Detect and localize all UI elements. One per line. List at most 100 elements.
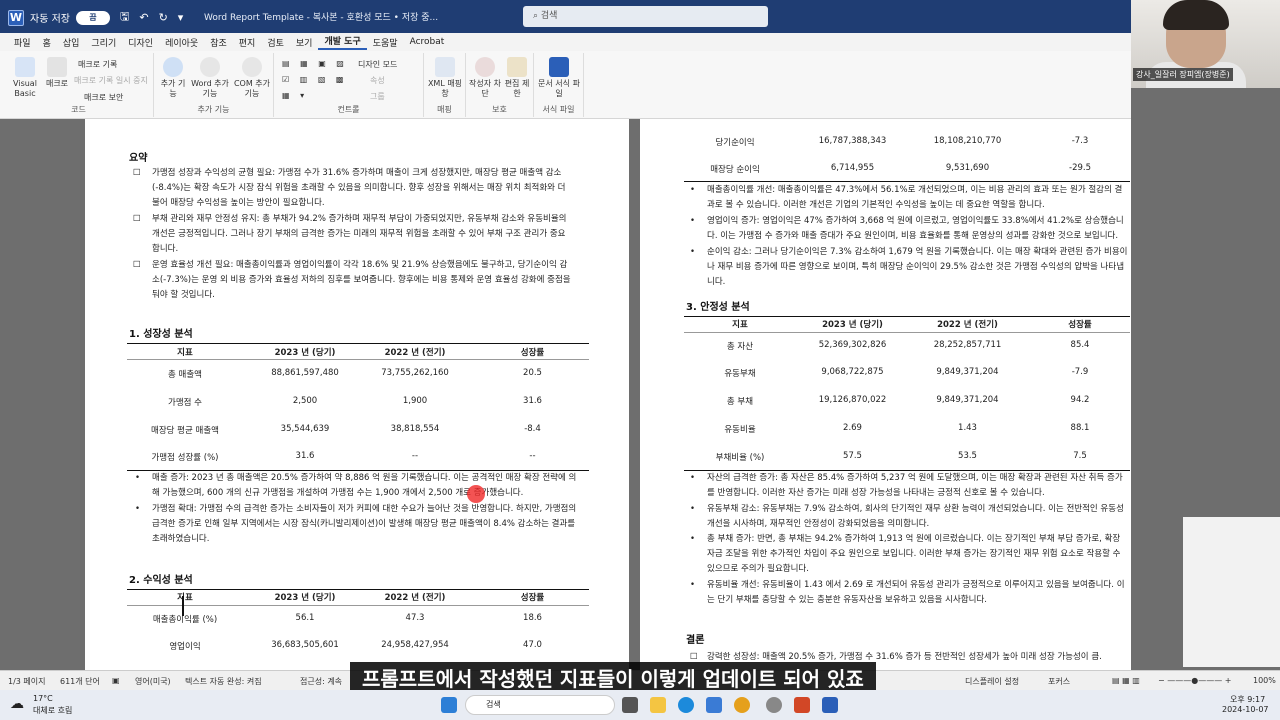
- table-rule: [127, 605, 589, 606]
- table-cell: 7.5: [1073, 451, 1087, 461]
- templates-group: 문서 서식 파일 서식 파일: [534, 53, 584, 117]
- zoom-level[interactable]: 100%: [1253, 676, 1276, 685]
- table-cell: 19,126,870,022: [818, 395, 887, 405]
- word-addins-button[interactable]: Word 추가 기능: [190, 57, 230, 99]
- profit-bullet-3: 순이익 감소: 그러나 당기순이익은 7.3% 감소하여 1,679 억 원을 …: [707, 247, 1128, 287]
- restrict-editing-button[interactable]: 편집 제한: [502, 57, 532, 99]
- taskbar-search[interactable]: 검색: [465, 695, 615, 715]
- protect-group-label: 보호: [492, 105, 507, 114]
- customize-icon[interactable]: ▾: [178, 11, 184, 24]
- lock-icon: [507, 57, 527, 77]
- macro-security-button[interactable]: 매크로 보안: [84, 92, 123, 103]
- person-hair: [1163, 0, 1229, 30]
- legacy-tools-button[interactable]: ▦ ▾: [282, 91, 308, 100]
- table-cell: 부채비율 (%): [715, 453, 765, 463]
- tab-developer[interactable]: 개발 도구: [318, 34, 367, 50]
- addins-group: 추가 기능 Word 추가 기능 COM 추가 기능 추가 기능: [154, 53, 274, 117]
- start-icon[interactable]: [441, 697, 457, 713]
- document-page-right[interactable]: 당기순이익 16,787,388,343 18,108,210,770 -7.3…: [640, 119, 1131, 670]
- table-cell: 9,849,371,204: [936, 395, 999, 405]
- table-cell: 52,369,302,826: [818, 340, 887, 350]
- visual-basic-icon: [15, 57, 35, 77]
- table-rule: [127, 343, 589, 344]
- column-header: 2023 년 (당기): [822, 320, 883, 330]
- pause-recording-button[interactable]: 매크로 기록 일시 중지: [74, 75, 148, 86]
- content-controls-row1[interactable]: ▤ ▦ ▣ ▨: [282, 59, 348, 68]
- profit-bullet-2: 영업이익 증가: 영업이익은 47% 증가하여 3,668 억 원에 이르렀고,…: [707, 216, 1124, 241]
- table-cell: 2,500: [292, 396, 318, 406]
- record-macro-button[interactable]: 매크로 기록: [78, 59, 117, 70]
- document-page-left[interactable]: 요약 ☐ 가맹점 성장과 수익성의 균형 필요: 가맹점 수가 31.6% 증가…: [85, 119, 629, 670]
- view-icons[interactable]: ▤ ▦ ▥: [1112, 676, 1140, 685]
- tab-help[interactable]: 도움말: [367, 36, 404, 49]
- table-cell: 35,544,639: [280, 424, 330, 434]
- document-template-button[interactable]: 문서 서식 파일: [538, 57, 580, 99]
- zoom-slider[interactable]: − ———●——— +: [1158, 676, 1231, 685]
- clock-date[interactable]: 2024-10-07: [1222, 705, 1269, 714]
- word-taskbar-icon[interactable]: [822, 697, 838, 713]
- table-cell: 영업이익: [169, 642, 201, 652]
- tab-view[interactable]: 보기: [290, 36, 319, 49]
- proofing-icon[interactable]: ▣: [112, 676, 120, 685]
- tab-layout[interactable]: 레이아웃: [159, 36, 204, 49]
- table-cell: 가맹점 성장률 (%): [151, 453, 219, 463]
- undo-icon[interactable]: ↶: [139, 11, 148, 24]
- mapping-group-label: 매핑: [437, 105, 452, 114]
- language-indicator[interactable]: 영어(미국): [135, 676, 171, 687]
- block-authors-button[interactable]: 작성자 차단: [468, 57, 502, 99]
- task-view-icon[interactable]: [622, 697, 638, 713]
- summary-item-2: 부채 관리와 재무 안정성 유지: 총 부채가 94.2% 증가하며 재무적 부…: [152, 214, 567, 254]
- tab-review[interactable]: 검토: [261, 36, 290, 49]
- table-rule: [127, 359, 589, 360]
- table-cell: 당기순이익: [715, 138, 755, 148]
- tab-acrobat[interactable]: Acrobat: [404, 37, 451, 47]
- column-header: 2023 년 (당기): [274, 348, 336, 358]
- save-icon[interactable]: 🖫: [120, 8, 129, 27]
- design-mode-button[interactable]: 디자인 모드: [358, 59, 397, 70]
- autosave-toggle[interactable]: 끔: [75, 10, 110, 25]
- table-cell: 88,861,597,480: [271, 368, 339, 378]
- tab-mailings[interactable]: 편지: [233, 36, 262, 49]
- store-icon[interactable]: [706, 697, 722, 713]
- group-button[interactable]: 그룹: [370, 91, 385, 102]
- document-title[interactable]: Word Report Template - 복사본 - 호환성 모드 • 저장…: [204, 10, 438, 23]
- visual-basic-button[interactable]: Visual Basic: [10, 57, 40, 99]
- table-cell: 36,683,505,601: [271, 640, 339, 650]
- tab-references[interactable]: 참조: [204, 36, 233, 49]
- tab-insert[interactable]: 삽입: [57, 36, 86, 49]
- display-settings[interactable]: 디스플레이 설정: [965, 676, 1019, 687]
- autosave-label: 자동 저장: [30, 14, 70, 25]
- table-cell: 31.6: [295, 451, 315, 461]
- tab-draw[interactable]: 그리기: [85, 36, 122, 49]
- edge-icon[interactable]: [678, 697, 694, 713]
- weather-text: 대체로 흐림: [33, 706, 73, 715]
- redo-icon[interactable]: ↻: [159, 11, 168, 24]
- search-input[interactable]: ⌕ 검색: [523, 6, 768, 27]
- clock-time[interactable]: 오후 9:17: [1230, 694, 1265, 705]
- focus-button[interactable]: 포커스: [1048, 676, 1070, 687]
- tab-file[interactable]: 파일: [8, 36, 37, 49]
- stability-heading: 3. 안정성 분석: [686, 302, 750, 313]
- pointer-highlight: [467, 485, 485, 503]
- word-count[interactable]: 611개 단어: [60, 676, 100, 687]
- table-cell: 94.2: [1070, 395, 1090, 405]
- tab-design[interactable]: 디자인: [122, 36, 159, 49]
- table-cell: --: [529, 451, 536, 461]
- file-explorer-icon[interactable]: [650, 697, 666, 713]
- chrome-icon[interactable]: [734, 697, 750, 713]
- macros-button[interactable]: 매크로: [42, 57, 72, 89]
- com-addins-button[interactable]: COM 추가 기능: [232, 57, 272, 99]
- xml-mapping-button[interactable]: XML 매핑 창: [426, 57, 464, 99]
- settings-icon[interactable]: [766, 697, 782, 713]
- text-predictions[interactable]: 텍스트 자동 완성: 켜짐: [185, 676, 262, 687]
- content-controls-row2[interactable]: ☑ ▥ ▧ ▩: [282, 75, 347, 84]
- properties-button[interactable]: 속성: [370, 75, 385, 86]
- accessibility-status[interactable]: 접근성: 계속: [300, 676, 342, 687]
- page-count[interactable]: 1/3 페이지: [8, 676, 46, 687]
- addins-button[interactable]: 추가 기능: [158, 57, 188, 99]
- checkbox-bullet-icon: ☐: [133, 260, 141, 270]
- table-cell: 9,068,722,875: [821, 367, 884, 377]
- tab-home[interactable]: 홈: [37, 36, 57, 49]
- powerpoint-icon[interactable]: [794, 697, 810, 713]
- table-cell: 매출총이익률 (%): [152, 615, 218, 625]
